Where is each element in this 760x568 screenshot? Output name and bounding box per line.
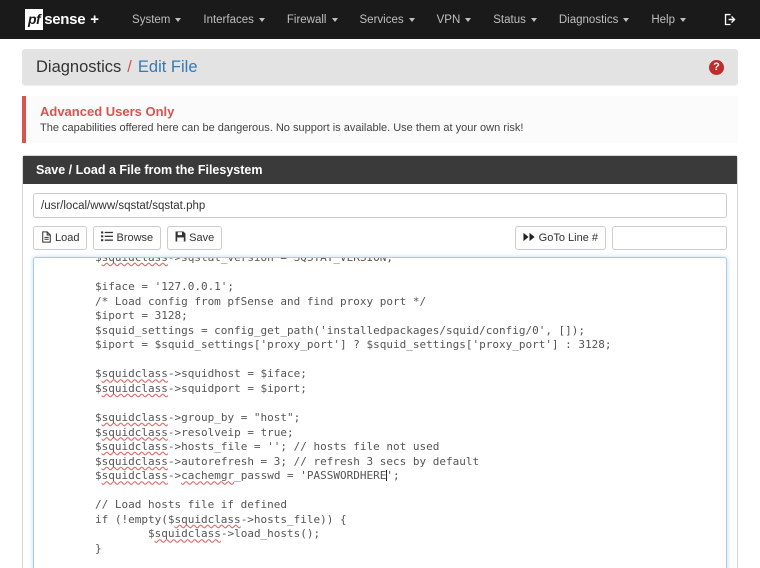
nav-menu-list: System Interfaces Firewall Services VPN Statu… <box>121 8 697 32</box>
browse-button[interactable]: Browse <box>93 226 162 250</box>
nav-menu-label: Diagnostics <box>558 13 619 26</box>
breadcrumb: Diagnostics / Edit File ? <box>22 49 738 85</box>
nav-menu-status[interactable]: Status <box>482 8 548 32</box>
save-button-label: Save <box>189 232 215 244</box>
top-navbar: pf sense + System Interfaces Firewall Servi… <box>0 0 760 39</box>
navbar-right <box>723 12 748 27</box>
file-toolbar: Load Browse Save GoTo Line # <box>33 226 727 250</box>
browse-button-label: Browse <box>116 232 154 244</box>
chevron-down-icon <box>408 17 415 22</box>
nav-menu-label: System <box>132 13 171 26</box>
logout-icon[interactable] <box>723 12 738 27</box>
nav-menu-services[interactable]: Services <box>349 8 426 32</box>
breadcrumb-root: Diagnostics <box>36 57 122 76</box>
file-icon <box>41 230 52 246</box>
panel-title: Save / Load a File from the Filesystem <box>23 156 737 184</box>
brand-name: sense <box>44 11 86 28</box>
load-button[interactable]: Load <box>33 226 88 250</box>
chevron-down-icon <box>331 17 338 22</box>
advanced-users-warning: Advanced Users Only The capabilities off… <box>22 96 738 143</box>
save-load-panel: Save / Load a File from the Filesystem L… <box>22 155 738 568</box>
code-editor[interactable]: $squidclass->sqstat_version = SQSTAT_VER… <box>33 257 727 568</box>
chevron-down-icon <box>258 17 265 22</box>
goto-line-input[interactable] <box>612 226 727 250</box>
code-content[interactable]: $squidclass->sqstat_version = SQSTAT_VER… <box>42 258 718 568</box>
nav-menu-diagnostics[interactable]: Diagnostics <box>548 8 640 32</box>
nav-menu-help[interactable]: Help <box>640 8 697 32</box>
panel-body: Load Browse <box>23 184 737 568</box>
nav-menu-label: Firewall <box>286 13 327 26</box>
chevron-down-icon <box>465 17 472 22</box>
pfsense-logo[interactable]: pf sense + <box>25 9 99 30</box>
goto-line-button-label: GoTo Line # <box>538 232 598 244</box>
nav-menu-label: Interfaces <box>203 13 254 26</box>
breadcrumb-separator: / <box>127 57 132 76</box>
floppy-disk-icon <box>175 231 186 245</box>
page-container: Diagnostics / Edit File ? Advanced Users… <box>0 49 760 568</box>
nav-menu-firewall[interactable]: Firewall <box>276 8 349 32</box>
nav-menu-vpn[interactable]: VPN <box>426 8 483 32</box>
nav-menu-label: Help <box>651 13 675 26</box>
chevron-down-icon <box>623 17 630 22</box>
chevron-down-icon <box>679 17 686 22</box>
goto-line-group: GoTo Line # <box>514 226 727 250</box>
chevron-down-icon <box>175 17 182 22</box>
brand-mark: pf <box>25 9 44 30</box>
fast-forward-icon <box>523 232 536 245</box>
goto-line-button[interactable]: GoTo Line # <box>514 226 606 250</box>
list-icon <box>101 231 114 245</box>
load-button-label: Load <box>55 232 80 244</box>
save-button[interactable]: Save <box>167 226 223 250</box>
warning-text: The capabilities offered here can be dan… <box>40 122 524 134</box>
brand-plus: + <box>90 11 100 28</box>
nav-menu-label: Status <box>493 13 526 26</box>
nav-menu-interfaces[interactable]: Interfaces <box>192 8 276 32</box>
nav-menu-label: Services <box>359 13 404 26</box>
chevron-down-icon <box>530 17 537 22</box>
nav-menu-system[interactable]: System <box>121 8 192 32</box>
file-path-input[interactable] <box>33 193 727 218</box>
code-editor-wrapper: $squidclass->sqstat_version = SQSTAT_VER… <box>33 257 727 568</box>
help-icon[interactable]: ? <box>709 59 724 75</box>
warning-title: Advanced Users Only <box>40 104 175 119</box>
breadcrumb-current-page[interactable]: Edit File <box>138 58 198 77</box>
nav-menu-label: VPN <box>436 13 461 26</box>
